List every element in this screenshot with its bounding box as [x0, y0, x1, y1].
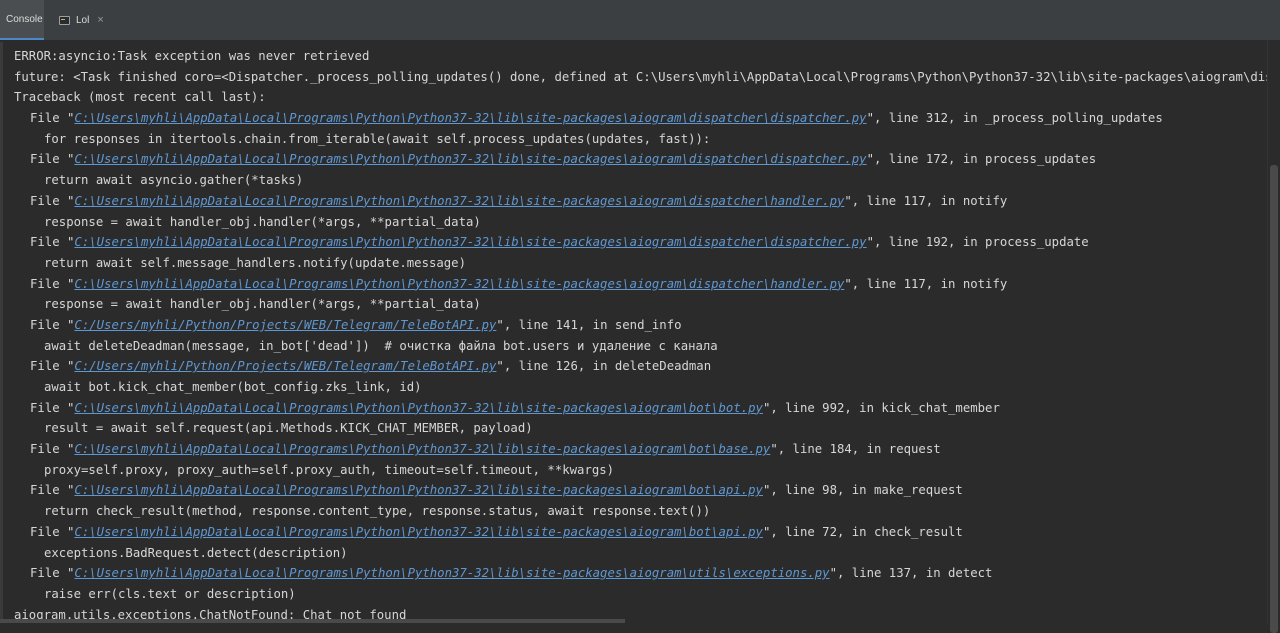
line-prefix: File "	[30, 193, 75, 208]
console-output[interactable]: ERROR:asyncio:Task exception was never r…	[0, 42, 1268, 623]
console-line: future: <Task finished coro=<Dispatcher.…	[14, 69, 1268, 84]
console-line: File "C:/Users/myhli/Python/Projects/WEB…	[14, 315, 1268, 336]
vertical-scrollbar-thumb[interactable]	[1270, 165, 1278, 633]
console-line: File "C:\Users\myhli\AppData\Local\Progr…	[14, 232, 1268, 253]
line-suffix: ", line 192, in process_update	[866, 235, 1089, 250]
console-line: exceptions.BadRequest.detect(description…	[44, 545, 348, 560]
console-line: File "C:\Users\myhli\AppData\Local\Progr…	[14, 108, 1268, 129]
line-suffix: ", line 992, in kick_chat_member	[762, 400, 1000, 415]
line-prefix: File "	[30, 235, 75, 250]
close-icon[interactable]: ×	[97, 14, 103, 26]
console-line: for responses in itertools.chain.from_it…	[44, 131, 711, 146]
console-line: File "C:\Users\myhli\AppData\Local\Progr…	[14, 398, 1268, 419]
run-config-icon	[59, 15, 70, 25]
line-prefix: File "	[30, 359, 75, 374]
console-line: return check_result(method, response.con…	[44, 504, 711, 519]
line-prefix: File "	[30, 276, 75, 291]
file-path-link[interactable]: C:\Users\myhli\AppData\Local\Programs\Py…	[74, 277, 844, 291]
line-prefix: File "	[30, 442, 75, 457]
file-path-link[interactable]: C:\Users\myhli\AppData\Local\Programs\Py…	[74, 152, 866, 166]
vertical-scrollbar[interactable]	[1267, 40, 1280, 633]
console-line: return await asyncio.gather(*tasks)	[44, 173, 304, 188]
file-path-link[interactable]: C:\Users\myhli\AppData\Local\Programs\Py…	[74, 442, 770, 456]
horizontal-scrollbar-thumb[interactable]	[0, 619, 625, 623]
line-prefix: File "	[30, 483, 75, 498]
line-suffix: ", line 312, in _process_polling_updates	[866, 111, 1163, 126]
line-suffix: ", line 172, in process_updates	[866, 152, 1097, 167]
file-path-link[interactable]: C:\Users\myhli\AppData\Local\Programs\Py…	[74, 401, 763, 415]
line-prefix: File "	[30, 566, 75, 581]
console-line: File "C:\Users\myhli\AppData\Local\Progr…	[14, 149, 1268, 170]
tool-window-tabbar: Console Lol ×	[0, 0, 1280, 41]
line-prefix: File "	[30, 111, 75, 126]
tab-console[interactable]: Console	[0, 0, 44, 40]
console-line: File "C:\Users\myhli\AppData\Local\Progr…	[14, 563, 1268, 584]
line-suffix: ", line 72, in check_result	[762, 524, 963, 539]
console-line: File "C:\Users\myhli\AppData\Local\Progr…	[14, 191, 1268, 212]
console-lines: ERROR:asyncio:Task exception was never r…	[14, 46, 1268, 623]
line-suffix: ", line 141, in send_info	[496, 317, 682, 332]
console-line: await deleteDeadman(message, in_bot['dea…	[44, 338, 718, 353]
line-suffix: ", line 126, in deleteDeadman	[496, 359, 712, 374]
console-line: ERROR:asyncio:Task exception was never r…	[14, 49, 370, 63]
file-path-link[interactable]: C:\Users\myhli\AppData\Local\Programs\Py…	[74, 483, 763, 497]
line-suffix: ", line 117, in notify	[844, 193, 1008, 208]
console-line: File "C:\Users\myhli\AppData\Local\Progr…	[14, 439, 1268, 460]
file-path-link[interactable]: C:\Users\myhli\AppData\Local\Programs\Py…	[74, 566, 829, 580]
tab-lol[interactable]: Lol ×	[54, 0, 114, 40]
tab-console-label: Console	[6, 13, 43, 25]
console-line: File "C:\Users\myhli\AppData\Local\Progr…	[14, 274, 1268, 295]
console-line: return await self.message_handlers.notif…	[44, 255, 466, 270]
console-line: result = await self.request(api.Methods.…	[44, 421, 533, 436]
console-line: await bot.kick_chat_member(bot_config.zk…	[44, 380, 422, 394]
tab-lol-label: Lol	[76, 14, 90, 26]
line-prefix: File "	[30, 400, 75, 415]
console-line: File "C:\Users\myhli\AppData\Local\Progr…	[14, 480, 1268, 501]
line-prefix: File "	[30, 152, 75, 167]
console-line: raise err(cls.text or description)	[44, 586, 296, 601]
file-path-link[interactable]: C:\Users\myhli\AppData\Local\Programs\Py…	[74, 235, 866, 249]
console-line: response = await handler_obj.handler(*ar…	[44, 214, 481, 229]
line-suffix: ", line 98, in make_request	[762, 483, 963, 498]
line-suffix: ", line 184, in request	[770, 442, 941, 457]
file-path-link[interactable]: C:/Users/myhli/Python/Projects/WEB/Teleg…	[74, 359, 496, 373]
file-path-link[interactable]: C:\Users\myhli\AppData\Local\Programs\Py…	[74, 525, 763, 539]
console-line: Traceback (most recent call last):	[14, 90, 266, 105]
console-line: proxy=self.proxy, proxy_auth=self.proxy_…	[44, 462, 615, 477]
console-line: File "C:\Users\myhli\AppData\Local\Progr…	[14, 522, 1268, 543]
line-suffix: ", line 137, in detect	[829, 566, 993, 581]
file-path-link[interactable]: C:/Users/myhli/Python/Projects/WEB/Teleg…	[74, 318, 496, 332]
line-suffix: ", line 117, in notify	[844, 276, 1008, 291]
console-line: response = await handler_obj.handler(*ar…	[44, 297, 481, 312]
console-line: File "C:/Users/myhli/Python/Projects/WEB…	[14, 356, 1268, 377]
file-path-link[interactable]: C:\Users\myhli\AppData\Local\Programs\Py…	[74, 194, 844, 208]
line-prefix: File "	[30, 524, 75, 539]
file-path-link[interactable]: C:\Users\myhli\AppData\Local\Programs\Py…	[74, 111, 866, 125]
line-prefix: File "	[30, 317, 75, 332]
